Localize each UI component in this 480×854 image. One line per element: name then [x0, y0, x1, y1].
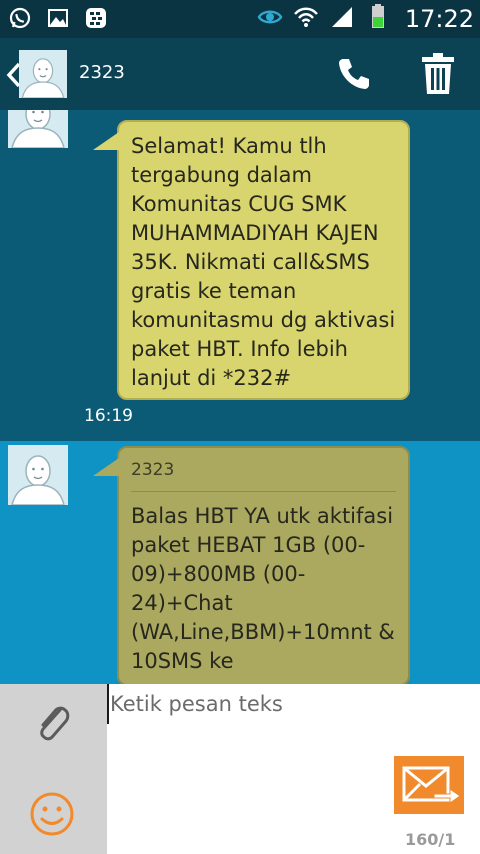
composer-tools [0, 684, 107, 854]
wifi-icon [293, 4, 319, 34]
status-bar: 17:22 [0, 0, 480, 38]
system-icons: 17:22 [257, 4, 474, 34]
battery-icon [365, 4, 391, 34]
attach-button[interactable] [32, 700, 72, 744]
eye-icon [257, 4, 283, 34]
message-time: 16:19 [84, 406, 133, 426]
trash-icon [422, 53, 454, 94]
message-input[interactable] [107, 684, 377, 724]
smiley-icon [30, 792, 74, 836]
sender-avatar[interactable] [8, 445, 68, 505]
paperclip-icon [40, 706, 70, 741]
send-button[interactable] [394, 756, 464, 814]
message-bubble[interactable]: 2323 Balas HBT YA utk aktifasi paket HEB… [93, 446, 410, 684]
signal-icon [329, 4, 355, 34]
sender-avatar[interactable] [8, 110, 68, 148]
character-counter: 160/1 [405, 830, 456, 849]
message-text: Selamat! Kamu tlh tergabung dalam Komuni… [131, 134, 396, 390]
bbm-icon [84, 6, 108, 34]
message-sender: 2323 [131, 456, 396, 492]
phone-icon [339, 59, 369, 89]
call-button[interactable] [334, 54, 374, 94]
emoji-button[interactable] [28, 790, 76, 838]
contact-name: 2323 [79, 62, 125, 83]
notification-icons [8, 6, 108, 34]
message-bubble[interactable]: Selamat! Kamu tlh tergabung dalam Komuni… [93, 120, 410, 400]
whatsapp-icon [8, 6, 32, 34]
gallery-icon [46, 6, 70, 34]
composer: 160/1 [0, 684, 480, 854]
message-text: Balas HBT YA utk aktifasi paket HEBAT 1G… [131, 504, 395, 673]
contact-avatar[interactable] [19, 50, 67, 98]
send-mail-icon [402, 766, 461, 804]
delete-button[interactable] [418, 52, 458, 96]
clock: 17:22 [404, 5, 474, 33]
action-bar: 2323 [0, 38, 480, 110]
message-thread[interactable]: Selamat! Kamu tlh tergabung dalam Komuni… [0, 110, 480, 684]
